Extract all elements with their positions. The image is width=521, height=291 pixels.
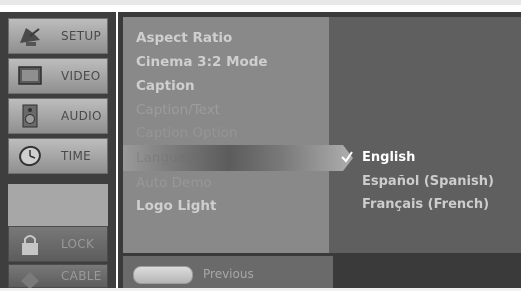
option-caption[interactable]: Caption xyxy=(136,77,195,95)
language-spanish[interactable]: Español (Spanish) xyxy=(362,173,494,191)
language-french[interactable]: Français (French) xyxy=(362,196,489,214)
option-language-selected[interactable]: Language xyxy=(136,149,203,167)
checkmark-icon xyxy=(341,151,353,163)
option-cinema-3-2-mode[interactable]: Cinema 3:2 Mode xyxy=(136,53,268,71)
previous-button[interactable] xyxy=(133,266,193,284)
main-panel: Aspect Ratio Cinema 3:2 Mode Caption Cap… xyxy=(118,12,521,288)
sidebar-item-label: SETUP xyxy=(61,29,102,43)
sidebar-item-cable[interactable]: CABLE xyxy=(8,264,108,289)
sidebar-item-video[interactable]: VIDEO xyxy=(8,58,108,94)
sidebar-item-lock[interactable]: LOCK xyxy=(8,226,108,262)
satellite-dish-icon xyxy=(20,28,40,46)
sidebar-item-label: VIDEO xyxy=(61,69,101,83)
sidebar-item-label: TIME xyxy=(61,149,92,163)
sidebar-item-setup[interactable]: SETUP xyxy=(8,18,108,54)
sidebar-spacer xyxy=(8,184,108,226)
speaker-icon xyxy=(22,104,38,128)
clock-icon xyxy=(19,145,41,167)
top-border xyxy=(0,0,521,5)
footer-bar: Previous xyxy=(123,256,333,288)
option-caption-text[interactable]: Caption/Text xyxy=(136,101,220,119)
sidebar-item-label: LOCK xyxy=(61,237,95,251)
tv-screen-icon xyxy=(18,66,42,85)
sidebar: SETUP VIDEO AUDIO TIME LOCK CABLE xyxy=(0,12,116,289)
previous-label: Previous xyxy=(203,267,254,281)
padlock-icon xyxy=(22,235,38,255)
sidebar-item-label: CABLE xyxy=(61,269,102,283)
sidebar-item-label: AUDIO xyxy=(61,109,102,123)
sidebar-item-time[interactable]: TIME xyxy=(8,138,108,174)
option-auto-demo[interactable]: Auto Demo xyxy=(136,174,212,192)
sidebar-item-audio[interactable]: AUDIO xyxy=(8,98,108,134)
option-caption-option[interactable]: Caption Option xyxy=(136,124,237,142)
option-aspect-ratio[interactable]: Aspect Ratio xyxy=(136,29,232,47)
language-english[interactable]: English xyxy=(362,149,415,167)
language-submenu xyxy=(329,17,521,253)
option-logo-light[interactable]: Logo Light xyxy=(136,197,216,215)
